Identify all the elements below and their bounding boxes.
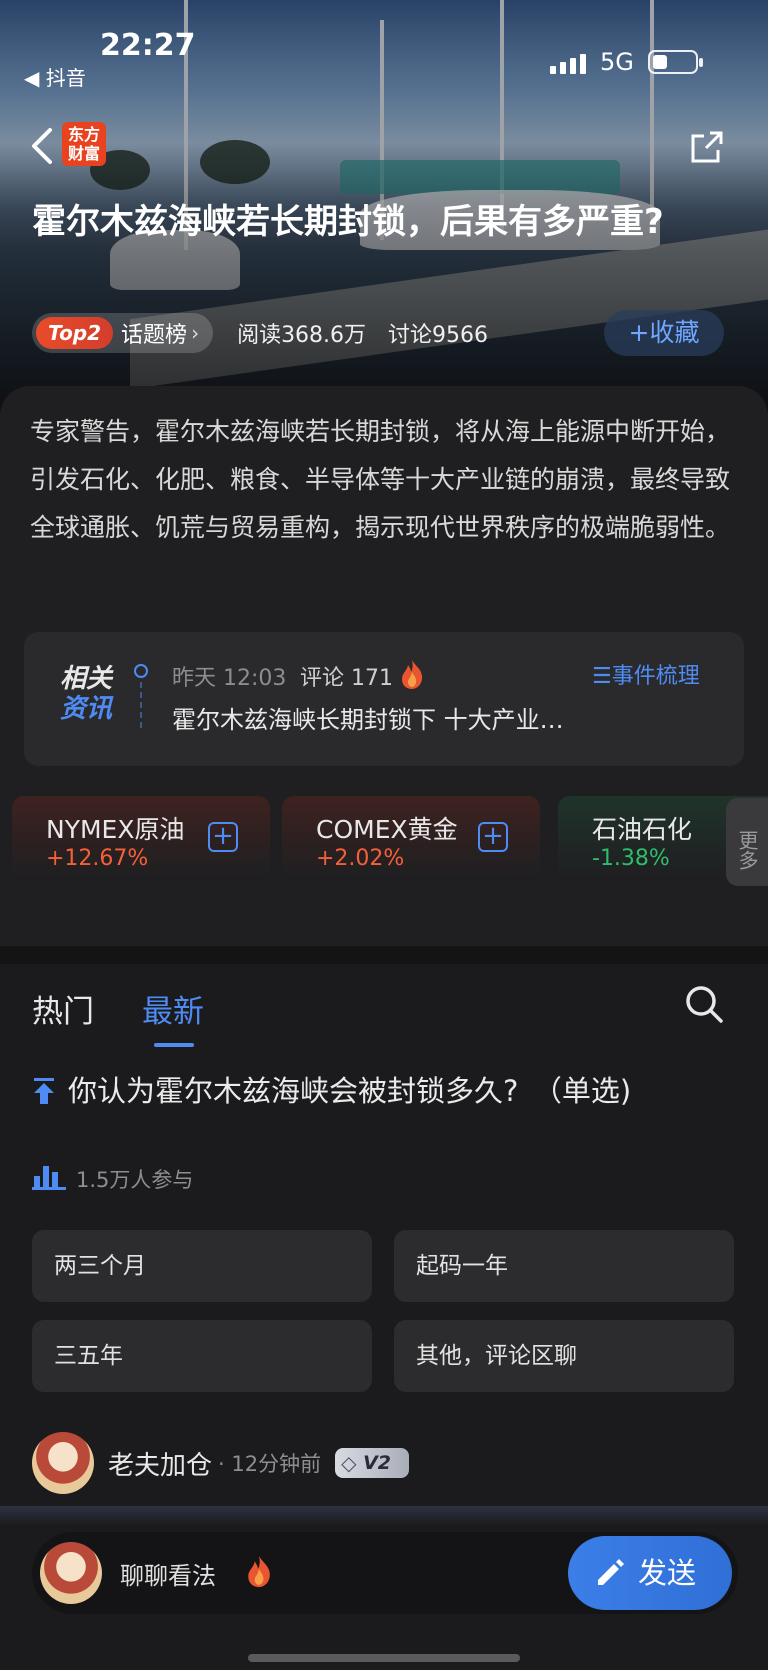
add-watchlist-icon[interactable]: +	[478, 822, 508, 852]
pencil-icon	[598, 1559, 624, 1585]
bar-chart-icon	[32, 1166, 66, 1190]
add-watchlist-icon[interactable]: +	[208, 822, 238, 852]
share-icon[interactable]	[690, 130, 724, 164]
signal-icon	[550, 54, 586, 74]
my-avatar	[40, 1542, 102, 1604]
ticker-strip: NYMEX原油 +12.67% + COMEX黄金 +2.02% + 石油石化 …	[12, 796, 768, 876]
ticker-name: NYMEX原油	[46, 815, 185, 844]
network-type: 5G	[600, 48, 634, 76]
topic-intro: 专家警告，霍尔木兹海峡若长期封锁，将从海上能源中断开始，引发石化、化肥、粮食、半…	[30, 417, 731, 542]
post-time: · 12分钟前	[218, 1452, 322, 1476]
ticker-card[interactable]: NYMEX原油 +12.67% +	[12, 796, 270, 876]
ticker-change: +2.02%	[316, 846, 405, 871]
comment-placeholder: 聊聊看法	[120, 1562, 216, 1590]
ticker-name: 石油石化	[592, 815, 693, 844]
poll-option[interactable]: 起码一年	[394, 1230, 734, 1302]
bar-fade	[0, 1506, 768, 1526]
rank-badge-link[interactable]: Top2 话题榜 ›	[32, 313, 214, 353]
post-username[interactable]: 老夫加仓	[108, 1445, 212, 1482]
avatar[interactable]	[32, 1432, 94, 1494]
post-header: 老夫加仓 · 12分钟前 V2	[32, 1432, 410, 1494]
fire-icon	[248, 1556, 270, 1588]
poll-question: 你认为霍尔木兹海峡会被封锁多久? （单选)	[68, 1074, 632, 1108]
send-button[interactable]: 发送	[568, 1536, 732, 1610]
poll-option[interactable]: 其他，评论区聊	[394, 1320, 734, 1392]
ticker-change: +12.67%	[46, 846, 149, 871]
read-count: 阅读368.6万	[237, 323, 367, 348]
home-indicator	[248, 1654, 520, 1662]
back-to-app-link[interactable]: ◀ 抖音	[24, 62, 86, 91]
tab-hot[interactable]: 热门	[32, 986, 94, 1031]
related-news-card[interactable]: 相关 资讯 昨天 12:03 评论 171 ☰事件梳理 霍尔木兹海峡长期封锁下 …	[24, 632, 744, 766]
topic-content: 专家警告，霍尔木兹海峡若长期封锁，将从海上能源中断开始，引发石化、化肥、粮食、半…	[0, 386, 768, 946]
level-badge: V2	[335, 1448, 410, 1478]
search-icon[interactable]	[684, 984, 724, 1024]
news-headline[interactable]: 霍尔木兹海峡长期封锁下 十大产业…	[172, 700, 642, 735]
app-logo: 东方财富	[62, 122, 106, 166]
related-news-label-line1: 相关	[60, 664, 113, 694]
battery-icon	[648, 50, 703, 74]
rank-badge: Top2	[36, 317, 114, 349]
ticker-name: COMEX黄金	[316, 815, 458, 844]
poll-option[interactable]: 两三个月	[32, 1230, 372, 1302]
timeline-dot-icon	[134, 664, 148, 678]
news-comment-count: 评论 171	[300, 666, 393, 691]
event-timeline-link[interactable]: ☰事件梳理	[592, 658, 700, 690]
news-time: 昨天 12:03	[172, 666, 287, 691]
ticker-change: -1.38%	[592, 846, 670, 871]
fire-icon	[402, 660, 423, 689]
tab-latest[interactable]: 最新	[142, 986, 204, 1047]
status-bar: 22:27 ◀ 抖音 5G	[0, 0, 768, 100]
feed-tabs: 热门 最新	[32, 986, 204, 1047]
back-arrow-icon[interactable]	[24, 124, 60, 168]
chevron-right-icon: ›	[191, 321, 200, 345]
rank-label: 话题榜	[121, 323, 188, 348]
poll-option[interactable]: 三五年	[32, 1320, 372, 1392]
related-news-label-line2: 资讯	[60, 694, 113, 724]
section-divider	[0, 946, 768, 964]
send-label: 发送	[638, 1556, 697, 1590]
comment-bar: 聊聊看法 发送	[0, 1506, 768, 1670]
ticker-card[interactable]: COMEX黄金 +2.02% +	[282, 796, 540, 876]
related-news-label: 相关 资讯	[60, 664, 112, 724]
status-time: 22:27	[100, 28, 196, 63]
timeline-line	[140, 682, 142, 728]
topic-meta: Top2 话题榜 › 阅读368.6万 讨论9566	[32, 312, 488, 354]
topic-title: 霍尔木兹海峡若长期封锁，后果有多严重?	[32, 202, 664, 242]
poll-participants: 1.5万人参与	[76, 1168, 194, 1192]
discussion-count: 讨论9566	[388, 323, 489, 348]
more-tickers-button[interactable]: 更多	[726, 798, 768, 886]
favorite-button[interactable]: +收藏	[604, 310, 724, 356]
